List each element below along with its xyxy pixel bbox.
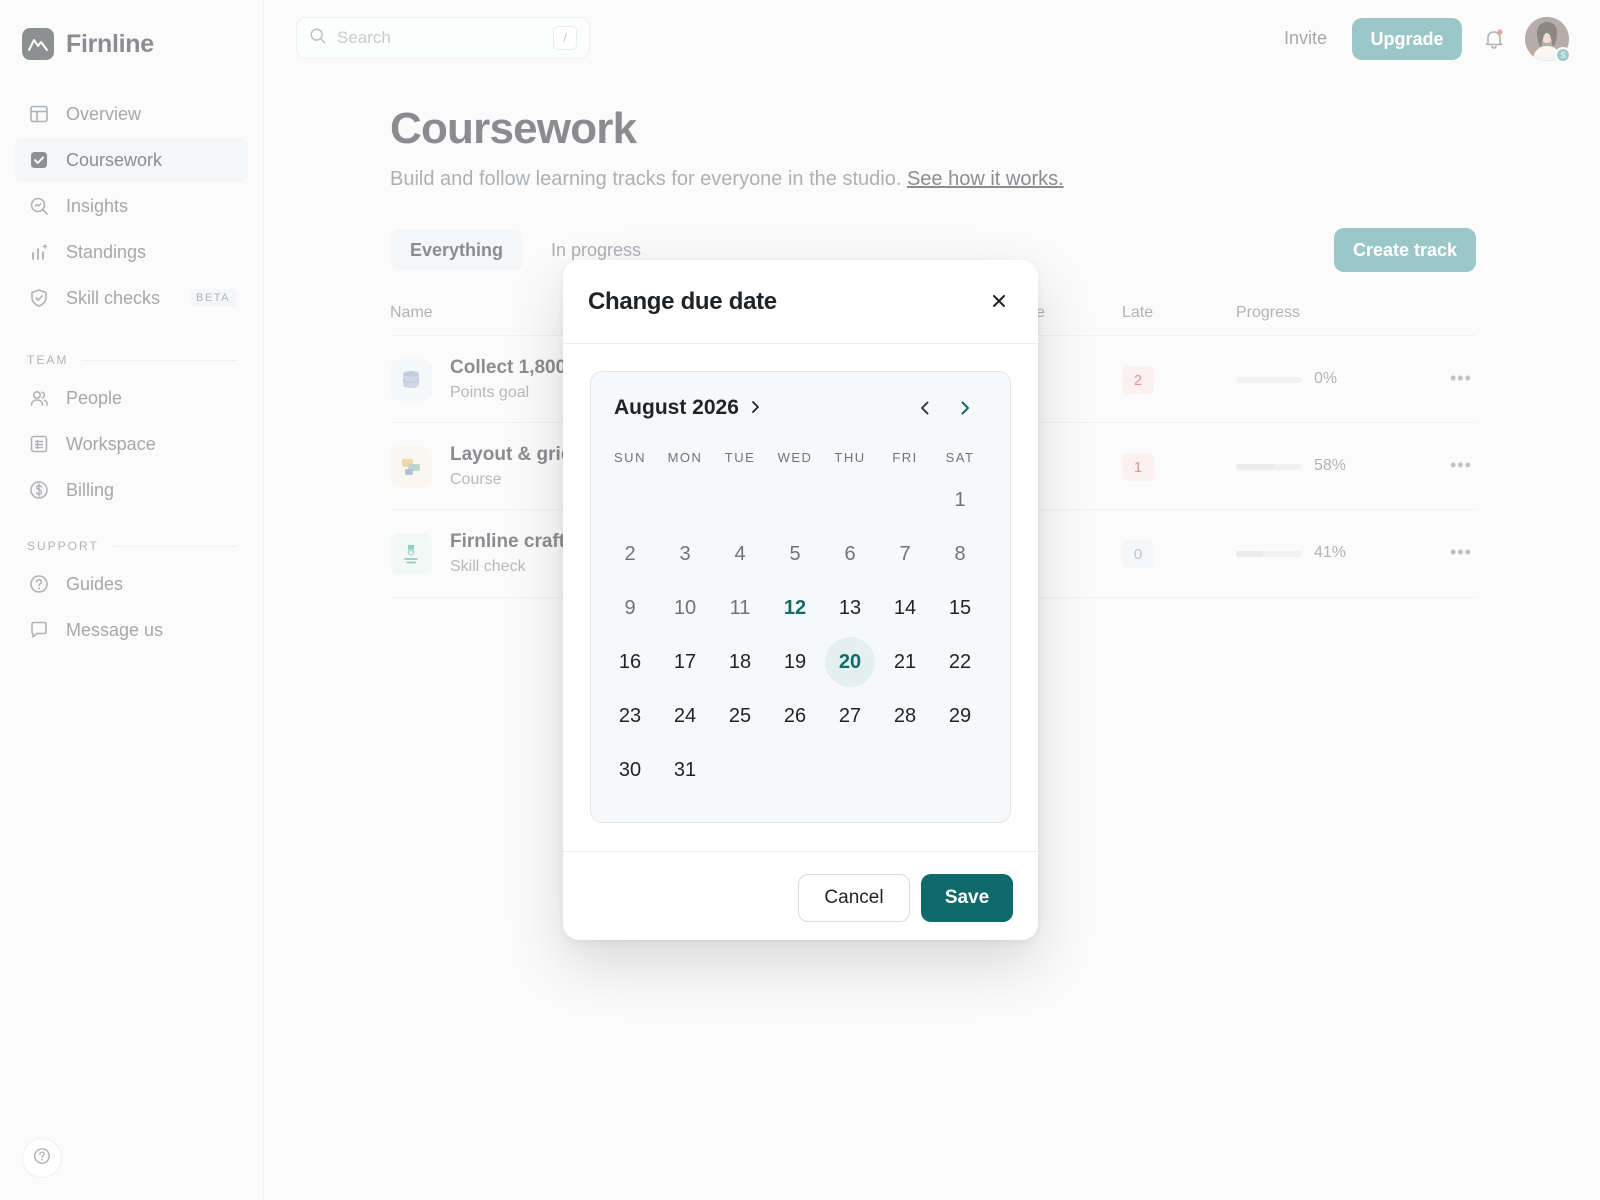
- weekday-header: SUN: [614, 450, 646, 465]
- calendar-day[interactable]: 7: [880, 529, 930, 579]
- calendar-day[interactable]: 12: [770, 583, 820, 633]
- weekday-header: SAT: [945, 450, 975, 465]
- calendar-day[interactable]: 16: [605, 637, 655, 687]
- weekday-header: THU: [834, 450, 866, 465]
- divider: [563, 343, 1038, 344]
- calendar-day[interactable]: 21: [880, 637, 930, 687]
- previous-month-icon[interactable]: [913, 396, 937, 420]
- month-label: August 2026: [614, 396, 739, 419]
- dialog-title: Change due date: [588, 288, 777, 315]
- calendar-day[interactable]: 10: [660, 583, 710, 633]
- calendar-day[interactable]: 5: [770, 529, 820, 579]
- calendar-day[interactable]: 2: [605, 529, 655, 579]
- calendar-day[interactable]: 29: [935, 691, 985, 741]
- calendar-day[interactable]: 31: [660, 745, 710, 795]
- cancel-button[interactable]: Cancel: [798, 874, 910, 922]
- close-icon[interactable]: [988, 290, 1010, 312]
- calendar-day[interactable]: 26: [770, 691, 820, 741]
- calendar-day[interactable]: 1: [935, 475, 985, 525]
- calendar-day[interactable]: 19: [770, 637, 820, 687]
- calendar-day[interactable]: 25: [715, 691, 765, 741]
- calendar-day[interactable]: 18: [715, 637, 765, 687]
- next-month-icon[interactable]: [953, 396, 977, 420]
- change-due-date-dialog: Change due date August 2026 SUN MON TUE WED…: [563, 260, 1038, 940]
- calendar-day[interactable]: 30: [605, 745, 655, 795]
- calendar-day[interactable]: 24: [660, 691, 710, 741]
- calendar-day[interactable]: 14: [880, 583, 930, 633]
- calendar-day[interactable]: 15: [935, 583, 985, 633]
- save-button[interactable]: Save: [921, 874, 1013, 922]
- calendar-day[interactable]: 3: [660, 529, 710, 579]
- chevron-right-icon: [749, 396, 761, 420]
- weekday-header: TUE: [724, 450, 756, 465]
- calendar-day[interactable]: 27: [825, 691, 875, 741]
- calendar-day[interactable]: 6: [825, 529, 875, 579]
- calendar-day[interactable]: 17: [660, 637, 710, 687]
- calendar: August 2026 SUN MON TUE WED THU FRI SAT 1 2 3 4 5 6 7…: [590, 371, 1011, 823]
- month-selector[interactable]: August 2026: [614, 396, 761, 420]
- calendar-day[interactable]: 13: [825, 583, 875, 633]
- weekday-header: MON: [667, 450, 703, 465]
- calendar-day-selected[interactable]: 20: [825, 637, 875, 687]
- calendar-day[interactable]: 22: [935, 637, 985, 687]
- calendar-day[interactable]: 4: [715, 529, 765, 579]
- calendar-day[interactable]: 28: [880, 691, 930, 741]
- weekday-header: FRI: [892, 450, 918, 465]
- calendar-day[interactable]: 8: [935, 529, 985, 579]
- weekday-header: WED: [777, 450, 813, 465]
- calendar-day[interactable]: 11: [715, 583, 765, 633]
- calendar-day[interactable]: 23: [605, 691, 655, 741]
- calendar-day[interactable]: 9: [605, 583, 655, 633]
- divider: [563, 851, 1038, 852]
